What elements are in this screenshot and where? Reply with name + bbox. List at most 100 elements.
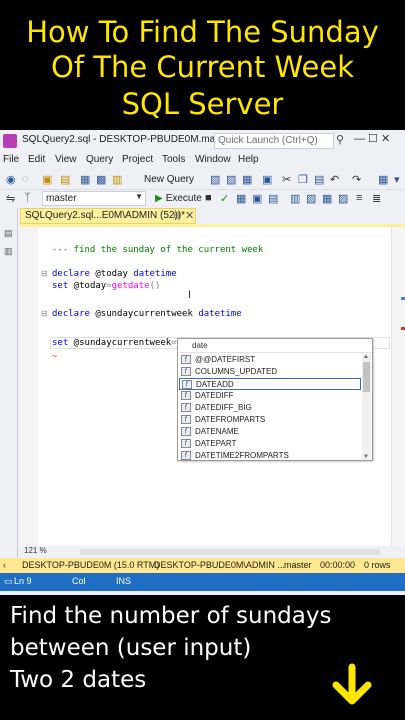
dmx-icon[interactable]: ▦ <box>242 173 252 186</box>
stop-icon[interactable]: ■ <box>205 192 212 204</box>
intellisense-item[interactable]: ƒ DATETIME2FROMPARTS <box>179 450 361 462</box>
function-icon: ƒ <box>181 439 191 448</box>
overflow-icon[interactable]: ▾ <box>394 173 400 186</box>
uncomment-icon[interactable]: ≣ <box>372 192 381 205</box>
new-query-button[interactable]: New Query <box>144 174 194 185</box>
undo-icon[interactable]: ↶ <box>330 173 339 186</box>
item-label: COLUMNS_UPDATED <box>195 367 278 376</box>
zoom-level[interactable]: 121 % <box>24 546 47 555</box>
fold-icon[interactable]: ⊟ <box>41 309 48 318</box>
pin-icon[interactable]: ⊕ <box>173 210 181 221</box>
scroll-down-icon[interactable]: ▼ <box>363 454 369 460</box>
function-icon: ƒ <box>181 403 191 412</box>
quick-launch-input[interactable]: Quick Launch (Ctrl+Q) <box>214 133 334 149</box>
menu-file[interactable]: File <box>3 154 19 165</box>
intellisense-item[interactable]: ƒ DATENAME <box>179 426 361 438</box>
status-left-arrow-icon: ‹ <box>3 560 6 570</box>
estimated-plan-icon[interactable]: ▦ <box>236 192 246 205</box>
menu-help[interactable]: Help <box>238 154 259 165</box>
intellisense-item-selected[interactable]: ƒ DATEADD <box>179 378 361 390</box>
code-line-declare-sunday: declare @sundaycurrentweek datetime <box>52 309 242 319</box>
intellisense-item[interactable]: ƒ COLUMNS_UPDATED <box>179 366 361 378</box>
new-query-icon[interactable]: ▥ <box>112 173 122 186</box>
function-icon: ƒ <box>181 415 191 424</box>
connect-icon[interactable]: ⇋ <box>6 192 15 205</box>
execute-button[interactable]: ▶ Execute <box>155 193 202 204</box>
intellisense-item[interactable]: ƒ DATEPART <box>179 438 361 450</box>
menu-tools[interactable]: Tools <box>162 154 185 165</box>
menu-project[interactable]: Project <box>122 154 153 165</box>
ssms-app-icon <box>3 134 17 148</box>
function-icon: ƒ <box>181 355 191 364</box>
scroll-marker <box>401 297 405 300</box>
cut-icon[interactable]: ✂ <box>282 173 291 186</box>
new-project-icon[interactable]: ▣ <box>42 173 52 186</box>
standard-toolbar: ◉ ◌ ▣ ▤ ▦ ▩ ▥ New Query ▧ ▨ ▦ ▣ ✂ ❐ ▤ ↶ … <box>0 170 405 190</box>
editor-margin <box>20 227 38 546</box>
menu-window[interactable]: Window <box>195 154 231 165</box>
window-controls[interactable]: — ☐ ✕ <box>354 132 390 145</box>
intellisense-dropdown[interactable]: date ƒ @@DATEFIRST ƒ COLUMNS_UPDATED ƒ DATE… <box>177 338 373 461</box>
menu-query[interactable]: Query <box>86 154 113 165</box>
function-icon: ƒ <box>181 427 191 436</box>
status-database: master <box>284 560 312 570</box>
chevron-down-icon: ▼ <box>135 192 143 201</box>
results-file-icon[interactable]: ▨ <box>338 192 348 205</box>
mdx-icon[interactable]: ▨ <box>226 173 236 186</box>
save-icon[interactable]: ▦ <box>80 173 90 186</box>
open-file-icon[interactable]: ▤ <box>60 173 70 186</box>
status-ready-icon: ▭ <box>4 576 13 586</box>
intellisense-item[interactable]: ƒ DATEDIFF_BIG <box>179 402 361 414</box>
copy-icon[interactable]: ❐ <box>298 173 308 186</box>
editor-vertical-scrollbar[interactable] <box>391 227 405 546</box>
intellisense-icon[interactable]: ▤ <box>268 192 278 205</box>
item-label: DATETIME2FROMPARTS <box>195 451 289 460</box>
caption-line-3: Two 2 dates <box>10 667 147 693</box>
comment-icon[interactable]: ≡ <box>356 192 362 204</box>
redo-icon[interactable]: ↷ <box>352 173 361 186</box>
code-line-set-today: set @today=getdate() <box>52 281 160 291</box>
intellisense-item[interactable]: ƒ @@DATEFIRST <box>179 354 361 366</box>
item-label: DATEFROMPARTS <box>195 415 266 424</box>
properties-pane-icon[interactable]: ▥ <box>4 246 13 257</box>
save-all-icon[interactable]: ▩ <box>96 173 106 186</box>
menu-view[interactable]: View <box>55 154 77 165</box>
intellisense-item[interactable]: ƒ DATEFROMPARTS <box>179 414 361 426</box>
scroll-up-icon[interactable]: ▲ <box>363 354 369 360</box>
query-options-icon[interactable]: ▣ <box>252 192 262 205</box>
menu-edit[interactable]: Edit <box>28 154 45 165</box>
query-status-bar: ‹ DESKTOP-PBUDE0M (15.0 RTM) DESKTOP-PBU… <box>0 558 405 573</box>
scroll-thumb[interactable] <box>363 362 370 392</box>
forward-icon[interactable]: ◌ <box>22 173 29 185</box>
results-text-icon[interactable]: ▧ <box>306 192 316 205</box>
intellisense-header: date <box>178 339 372 353</box>
back-icon[interactable]: ◉ <box>6 173 16 186</box>
paste-icon[interactable]: ▤ <box>314 173 324 186</box>
tab-label: SQLQuery2.sql...E0M\ADMIN (52))* <box>25 210 186 221</box>
keyword: declare <box>52 309 90 319</box>
change-connection-icon[interactable]: ᛉ <box>24 192 31 204</box>
parse-icon[interactable]: ✓ <box>220 192 229 205</box>
caption-banner: Find the number of sundays between (user… <box>0 595 405 720</box>
zoom-bar: 121 % <box>20 546 405 558</box>
banner-line-2: Of The Current Week <box>51 50 354 84</box>
item-label: DATEDIFF_BIG <box>195 403 252 412</box>
database-select[interactable]: master ▼ <box>42 191 146 206</box>
search-icon[interactable]: ⚲ <box>336 133 344 146</box>
banner-line-1: How To Find The Sunday <box>26 15 379 49</box>
query-icon[interactable]: ▧ <box>210 173 220 186</box>
tab-sqlquery2[interactable]: SQLQuery2.sql...E0M\ADMIN (52))* ⊕ ✕ <box>20 208 196 224</box>
xmla-icon[interactable]: ▣ <box>262 173 272 186</box>
fold-icon[interactable]: ⊟ <box>41 269 48 278</box>
ssms-window: SQLQuery2.sql - DESKTOP-PBUDE0M.master (… <box>0 130 405 595</box>
properties-icon[interactable]: ▦ <box>378 173 388 186</box>
include-plan-icon[interactable]: ▥ <box>290 192 300 205</box>
close-icon[interactable]: ✕ <box>185 209 194 222</box>
intellisense-item[interactable]: ƒ DATEDIFF <box>179 390 361 402</box>
intellisense-scrollbar[interactable]: ▲ ▼ <box>362 354 371 460</box>
caption-line-2: between (user input) <box>10 635 252 661</box>
results-grid-icon[interactable]: ▦ <box>322 192 332 205</box>
object-explorer-icon[interactable]: ▤ <box>4 228 13 239</box>
editor-horizontal-scrollbar[interactable] <box>80 549 380 555</box>
item-label: DATEPART <box>195 439 237 448</box>
